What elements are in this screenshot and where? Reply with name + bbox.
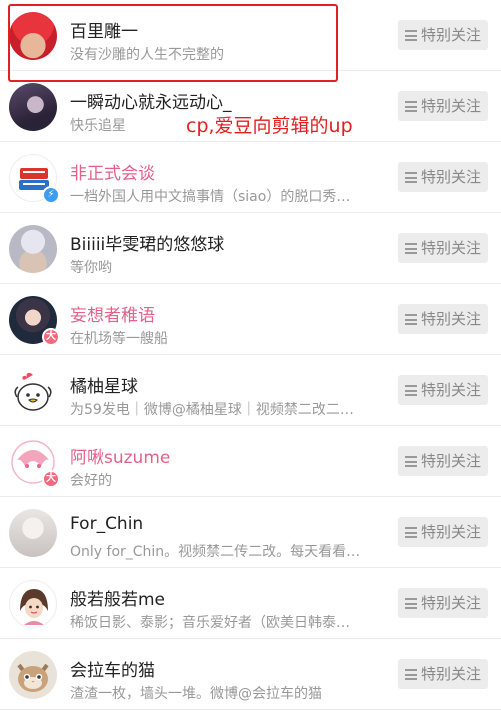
annotation-text: cp,爱豆向剪辑的up: [186, 115, 353, 137]
menu-icon: [405, 598, 417, 609]
account-name[interactable]: 一瞬动心就永远动心_: [70, 88, 232, 113]
list-item[interactable]: 大 阿啾suzume 会好的 特别关注: [0, 426, 501, 497]
special-follow-button[interactable]: 特别关注: [398, 375, 488, 405]
account-desc: 稀饭日影、泰影；音乐爱好者（欧美日韩泰…: [70, 615, 350, 631]
account-desc: 一档外国人用中文搞事情（siao）的脱口秀…: [70, 189, 351, 205]
list-item[interactable]: Biiiii毕雯珺的悠悠球 等你哟 特别关注: [0, 213, 501, 284]
avatar[interactable]: [9, 225, 57, 273]
account-desc: 等你哟: [70, 260, 112, 276]
account-desc: 在机场等一艘船: [70, 331, 168, 347]
menu-icon: [405, 243, 417, 254]
list-item[interactable]: 会拉车的猫 渣渣一枚，墙头一堆。微博@会拉车的猫 特别关注: [0, 639, 501, 710]
special-follow-label: 特别关注: [421, 452, 482, 470]
avatar[interactable]: [9, 367, 57, 415]
special-follow-label: 特别关注: [421, 310, 482, 328]
account-name[interactable]: 橘柚星球: [70, 372, 138, 397]
avatar[interactable]: 大: [9, 438, 60, 488]
avatar[interactable]: [9, 580, 57, 628]
avatar[interactable]: [9, 509, 57, 557]
account-name[interactable]: For_Chin: [70, 514, 143, 534]
menu-icon: [405, 314, 417, 325]
special-follow-label: 特别关注: [421, 168, 482, 186]
account-desc: 渣渣一枚，墙头一堆。微博@会拉车的猫: [70, 686, 322, 702]
account-desc: 为59发电｜微博@橘柚星球｜视频禁二改二…: [70, 402, 354, 418]
avatar[interactable]: 大: [9, 296, 60, 346]
account-name[interactable]: 会拉车的猫: [70, 656, 155, 681]
cartoon-girl-icon: [20, 589, 48, 625]
cat-icon: [17, 663, 49, 692]
list-item[interactable]: 般若般若me 稀饭日影、泰影；音乐爱好者（欧美日韩泰… 特别关注: [0, 568, 501, 639]
special-follow-label: 特别关注: [421, 665, 482, 683]
menu-icon: [405, 172, 417, 183]
avatar[interactable]: [9, 651, 57, 699]
special-follow-button[interactable]: 特别关注: [398, 304, 488, 334]
following-list: 百里雕一 没有沙雕的人生不完整的 特别关注 一瞬动心就永远动心_ 快乐追星 特别…: [0, 0, 501, 710]
account-name[interactable]: Biiiii毕雯珺的悠悠球: [70, 230, 224, 255]
special-follow-label: 特别关注: [421, 26, 482, 44]
list-item[interactable]: For_Chin Only for_Chin。视频禁二传二改。每天看看… 特别关…: [0, 497, 501, 568]
account-name[interactable]: 阿啾suzume: [70, 443, 170, 468]
special-follow-label: 特别关注: [421, 523, 482, 541]
account-name[interactable]: 非正式会谈: [70, 159, 155, 184]
red-highlight-box: [8, 4, 338, 82]
avatar[interactable]: [9, 83, 57, 131]
big-v-badge: 大: [42, 470, 60, 488]
menu-icon: [405, 30, 417, 41]
cartoon-chick-icon: [14, 372, 52, 411]
special-follow-button[interactable]: 特别关注: [398, 659, 488, 689]
menu-icon: [405, 669, 417, 680]
special-follow-button[interactable]: 特别关注: [398, 517, 488, 547]
menu-icon: [405, 527, 417, 538]
menu-icon: [405, 101, 417, 112]
list-item[interactable]: 橘柚星球 为59发电｜微博@橘柚星球｜视频禁二改二… 特别关注: [0, 355, 501, 426]
avatar[interactable]: ⚡: [9, 154, 60, 204]
menu-icon: [405, 385, 417, 396]
list-item[interactable]: 大 妄想者稚语 在机场等一艘船 特别关注: [0, 284, 501, 355]
lightning-icon: ⚡: [42, 186, 60, 204]
special-follow-button[interactable]: 特别关注: [398, 20, 488, 50]
list-item[interactable]: ⚡ 非正式会谈 一档外国人用中文搞事情（siao）的脱口秀… 特别关注: [0, 142, 501, 213]
special-follow-label: 特别关注: [421, 239, 482, 257]
special-follow-button[interactable]: 特别关注: [398, 162, 488, 192]
special-follow-label: 特别关注: [421, 381, 482, 399]
special-follow-button[interactable]: 特别关注: [398, 446, 488, 476]
special-follow-label: 特别关注: [421, 97, 482, 115]
menu-icon: [405, 456, 417, 467]
account-desc: 会好的: [70, 473, 112, 489]
special-follow-button[interactable]: 特别关注: [398, 233, 488, 263]
account-name[interactable]: 妄想者稚语: [70, 301, 155, 326]
account-desc: Only for_Chin。视频禁二传二改。每天看看…: [70, 544, 361, 560]
big-v-badge: 大: [42, 328, 60, 346]
special-follow-label: 特别关注: [421, 594, 482, 612]
account-name[interactable]: 般若般若me: [70, 585, 165, 610]
special-follow-button[interactable]: 特别关注: [398, 588, 488, 618]
special-follow-button[interactable]: 特别关注: [398, 91, 488, 121]
